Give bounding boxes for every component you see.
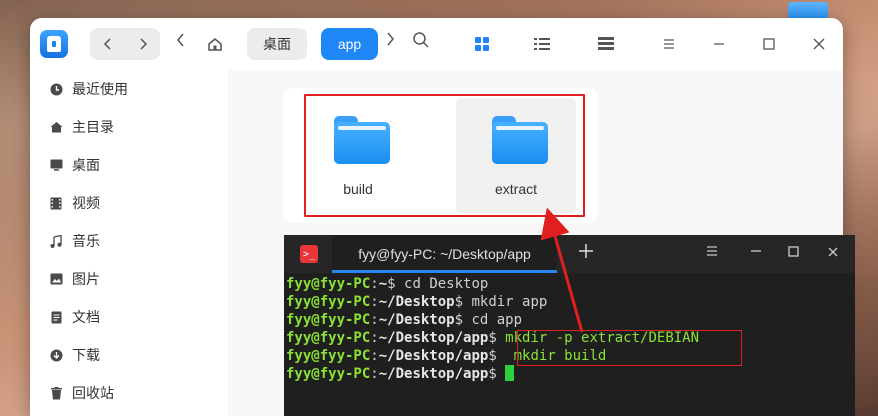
sidebar-item-desktop[interactable]: 桌面 xyxy=(30,146,228,184)
list-view-button[interactable] xyxy=(530,32,554,56)
terminal-minimize-button[interactable] xyxy=(749,245,763,261)
sidebar-item-recent[interactable]: 最近使用 xyxy=(30,70,228,108)
active-tab-indicator xyxy=(332,270,557,273)
sidebar-item-music[interactable]: 音乐 xyxy=(30,222,228,260)
command-text xyxy=(497,366,505,382)
menu-icon xyxy=(664,39,674,49)
grid-icon xyxy=(475,37,489,51)
annotation-box-commands xyxy=(517,330,742,366)
command-text: cd app xyxy=(463,312,523,328)
plus-icon xyxy=(579,244,593,258)
minimize-icon xyxy=(751,250,761,252)
sidebar-item-downloads[interactable]: 下载 xyxy=(30,336,228,374)
nav-buttons xyxy=(90,28,160,60)
maximize-button[interactable] xyxy=(757,32,781,56)
back-button[interactable] xyxy=(90,28,125,60)
new-tab-button[interactable] xyxy=(578,241,594,265)
menu-button[interactable] xyxy=(657,32,681,56)
file-manager-logo-icon xyxy=(40,30,68,58)
home-icon xyxy=(208,37,222,51)
terminal-line: fyy@fyy-PC:~/Desktop$ cd app xyxy=(286,312,523,328)
prompt-path: ~/Desktop/app xyxy=(378,330,489,346)
menu-icon xyxy=(707,246,717,256)
minimize-icon xyxy=(714,43,724,45)
command-text: mkdir app xyxy=(463,294,548,310)
sidebar-item-label: 图片 xyxy=(72,272,100,288)
prompt-user: fyy@fyy-PC xyxy=(286,312,371,328)
breadcrumb-app[interactable]: app xyxy=(321,28,378,60)
video-icon xyxy=(49,196,63,210)
sidebar-item-label: 最近使用 xyxy=(72,82,128,98)
forward-button[interactable] xyxy=(125,28,160,60)
terminal-close-button[interactable] xyxy=(826,245,840,263)
sidebar: 最近使用 主目录 桌面 视频 音乐 图片 文档 下载 回收站 xyxy=(30,70,228,416)
sidebar-item-label: 桌面 xyxy=(72,158,100,174)
prompt-path: ~/Desktop xyxy=(378,294,455,310)
sidebar-item-trash[interactable]: 回收站 xyxy=(30,374,228,412)
sidebar-item-label: 文档 xyxy=(72,310,100,326)
sidebar-item-label: 音乐 xyxy=(72,234,100,250)
terminal-maximize-button[interactable] xyxy=(787,245,801,263)
music-icon xyxy=(49,234,63,248)
terminal-line: fyy@fyy-PC:~$ cd Desktop xyxy=(286,276,489,292)
chevron-right-icon xyxy=(387,32,394,46)
terminal-cursor xyxy=(505,365,515,381)
search-button[interactable] xyxy=(412,31,436,55)
command-text: cd Desktop xyxy=(395,276,489,292)
close-icon xyxy=(813,38,825,50)
maximize-icon xyxy=(763,38,775,50)
prompt-path: ~/Desktop/app xyxy=(378,348,489,364)
icon-view-button[interactable] xyxy=(470,32,494,56)
prompt-user: fyy@fyy-PC xyxy=(286,276,371,292)
home-icon xyxy=(49,120,63,134)
picture-icon xyxy=(49,272,63,286)
chevron-left-icon xyxy=(103,38,111,50)
close-button[interactable] xyxy=(807,32,831,56)
breadcrumb-left-arrow[interactable] xyxy=(176,32,186,51)
breadcrumb-desktop[interactable]: 桌面 xyxy=(247,28,307,60)
sidebar-item-pictures[interactable]: 图片 xyxy=(30,260,228,298)
detail-view-icon xyxy=(598,37,614,50)
sidebar-item-label: 回收站 xyxy=(72,386,114,402)
breadcrumb-home[interactable] xyxy=(200,30,230,58)
prompt-path: ~/Desktop xyxy=(378,312,455,328)
annotation-box-folders xyxy=(304,94,585,217)
chevron-left-icon xyxy=(177,33,184,47)
document-icon xyxy=(49,310,63,324)
prompt-user: fyy@fyy-PC xyxy=(286,366,371,382)
sidebar-item-label: 视频 xyxy=(72,196,100,212)
trash-icon xyxy=(49,386,63,400)
breadcrumb-right-arrow[interactable] xyxy=(385,32,395,50)
prompt-path: ~ xyxy=(378,276,388,292)
terminal-logo-icon: >_ xyxy=(300,245,318,263)
chevron-right-icon xyxy=(139,38,147,50)
prompt-user: fyy@fyy-PC xyxy=(286,348,371,364)
sidebar-item-label: 下载 xyxy=(72,348,100,364)
sidebar-item-label: 主目录 xyxy=(72,120,114,136)
titlebar: 桌面 app xyxy=(30,18,843,70)
terminal-window[interactable]: >_ fyy@fyy-PC: ~/Desktop/app fyy@fyy-PC:… xyxy=(284,235,855,416)
terminal-menu-button[interactable] xyxy=(705,245,719,261)
terminal-line: fyy@fyy-PC:~/Desktop/app$ xyxy=(286,365,851,383)
terminal-line: fyy@fyy-PC:~/Desktop$ mkdir app xyxy=(286,294,548,310)
terminal-tab[interactable]: fyy@fyy-PC: ~/Desktop/app xyxy=(332,235,557,273)
prompt-user: fyy@fyy-PC xyxy=(286,330,371,346)
maximize-icon xyxy=(788,246,799,257)
sidebar-item-documents[interactable]: 文档 xyxy=(30,298,228,336)
clock-icon xyxy=(49,82,63,96)
terminal-tabbar: >_ fyy@fyy-PC: ~/Desktop/app xyxy=(284,235,855,273)
sidebar-item-home[interactable]: 主目录 xyxy=(30,108,228,146)
detail-panel-button[interactable] xyxy=(594,32,618,56)
search-icon xyxy=(413,32,429,48)
download-icon xyxy=(49,348,63,362)
close-icon xyxy=(828,247,838,257)
prompt-user: fyy@fyy-PC xyxy=(286,294,371,310)
prompt-path: ~/Desktop/app xyxy=(378,366,489,382)
desktop-icon xyxy=(49,158,63,172)
minimize-button[interactable] xyxy=(707,32,731,56)
list-icon xyxy=(534,38,550,50)
sidebar-item-videos[interactable]: 视频 xyxy=(30,184,228,222)
